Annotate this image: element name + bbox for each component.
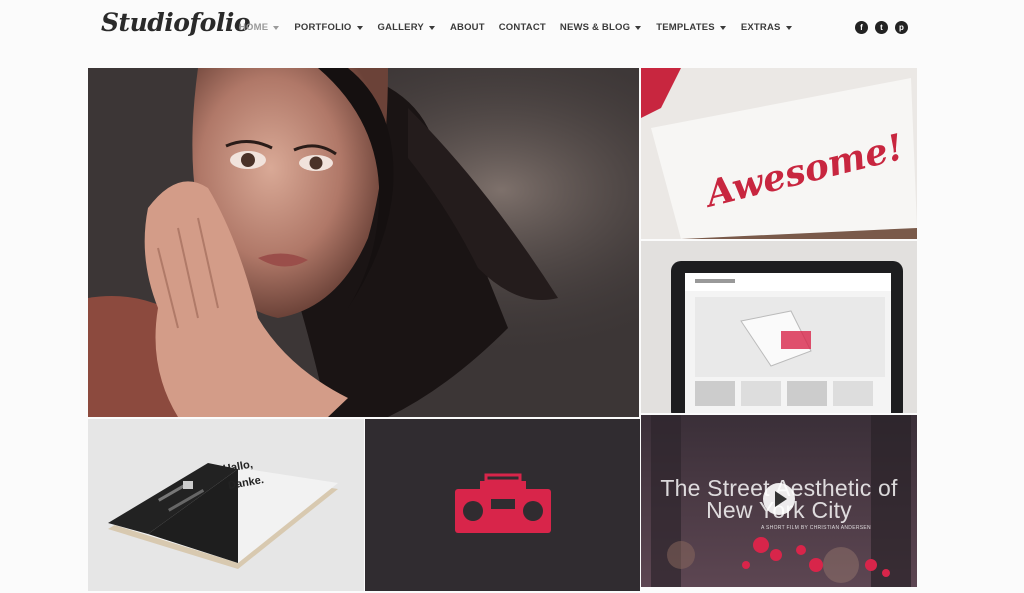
portfolio-tile-ipad[interactable] <box>641 241 917 413</box>
social-links: f t p <box>855 21 908 34</box>
nav-item-portfolio[interactable]: PORTFOLIO <box>294 22 363 33</box>
nav-item-templates[interactable]: TEMPLATES <box>656 22 726 33</box>
site-header: Studiofolio HOME PORTFOLIO GALLERY ABOUT… <box>88 0 918 64</box>
nav-item-label: PORTFOLIO <box>294 22 352 33</box>
chevron-down-icon <box>719 26 726 30</box>
nav-item-label: TEMPLATES <box>656 22 715 33</box>
chevron-down-icon <box>428 26 435 30</box>
nav-item-about[interactable]: ABOUT <box>450 22 485 33</box>
portfolio-tile-portrait[interactable] <box>88 68 639 417</box>
nav-item-news-blog[interactable]: NEWS & BLOG <box>559 22 642 33</box>
twitter-icon[interactable]: t <box>875 21 888 34</box>
chevron-down-icon <box>635 26 642 30</box>
portrait-image <box>88 68 639 417</box>
chevron-down-icon <box>356 26 363 30</box>
site-logo[interactable]: Studiofolio <box>101 8 251 37</box>
portfolio-tile-radio[interactable] <box>365 419 640 591</box>
play-icon <box>774 491 787 507</box>
nav-item-label: HOME <box>239 22 269 33</box>
video-subtitle: A SHORT FILM BY CHRISTIAN ANDERSEN <box>761 525 871 531</box>
radio-icon <box>365 419 640 591</box>
play-button[interactable] <box>763 483 795 515</box>
chevron-down-icon <box>273 26 280 30</box>
facebook-icon[interactable]: f <box>855 21 868 34</box>
ipad-mockup-image <box>641 241 917 413</box>
nav-item-home[interactable]: HOME <box>239 22 280 33</box>
nav-item-extras[interactable]: EXTRAS <box>741 22 792 33</box>
business-card-image <box>88 419 364 591</box>
nav-item-label: NEWS & BLOG <box>559 22 631 33</box>
nav-item-label: ABOUT <box>449 22 485 33</box>
nav-item-label: GALLERY <box>377 22 424 33</box>
chevron-down-icon <box>785 26 792 30</box>
main-nav: HOME PORTFOLIO GALLERY ABOUT CONTACT NEW… <box>239 22 792 33</box>
nav-item-contact[interactable]: CONTACT <box>499 22 546 33</box>
nav-item-label: CONTACT <box>498 22 546 33</box>
pinterest-icon[interactable]: p <box>895 21 908 34</box>
portfolio-tile-video[interactable]: The Street Aesthetic of New York City A … <box>641 415 917 587</box>
portfolio-tile-awesome[interactable]: Awesome! <box>641 68 917 239</box>
nav-item-label: EXTRAS <box>740 22 781 33</box>
portfolio-tile-business-card[interactable]: Hallo, Danke. <box>88 419 364 591</box>
nav-item-gallery[interactable]: GALLERY <box>378 22 435 33</box>
awesome-card-image: Awesome! <box>641 68 917 239</box>
